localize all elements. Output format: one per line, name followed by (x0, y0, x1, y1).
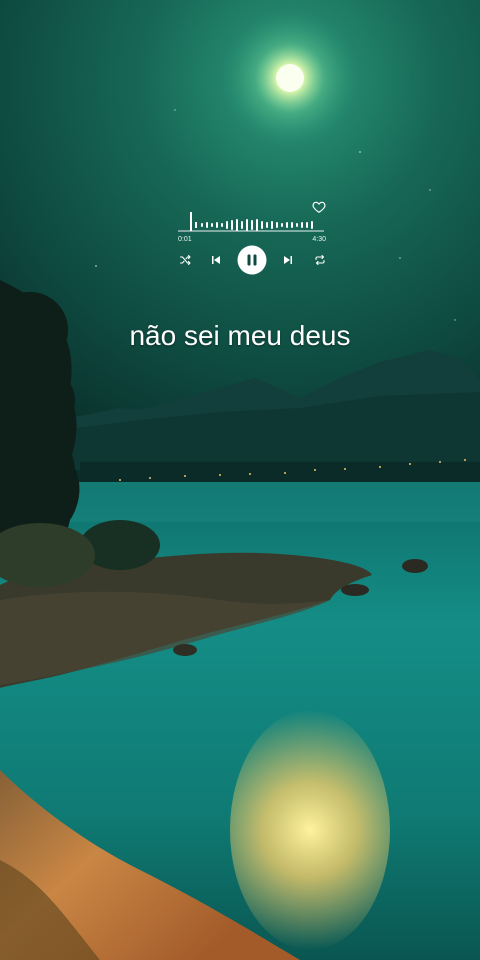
duration-time: 4:30 (312, 236, 326, 243)
heart-icon[interactable] (312, 200, 326, 214)
next-button[interactable] (274, 246, 302, 274)
lyric-caption: não sei meu deus (129, 320, 351, 351)
pause-icon (237, 245, 267, 275)
audio-waveform-progress[interactable] (178, 208, 328, 236)
pause-button[interactable] (236, 244, 268, 276)
previous-button[interactable] (202, 246, 230, 274)
playback-controls (178, 244, 328, 276)
elapsed-time: 0:01 (178, 236, 192, 243)
shuffle-icon (179, 254, 191, 266)
repeat-button[interactable] (306, 246, 334, 274)
moon (276, 64, 304, 92)
background-scene (0, 0, 480, 960)
music-player: 0:01 4:30 (178, 200, 328, 280)
shuffle-button[interactable] (171, 246, 199, 274)
skip-previous-icon (212, 256, 220, 264)
skip-next-icon (284, 256, 292, 264)
repeat-icon (315, 254, 325, 266)
